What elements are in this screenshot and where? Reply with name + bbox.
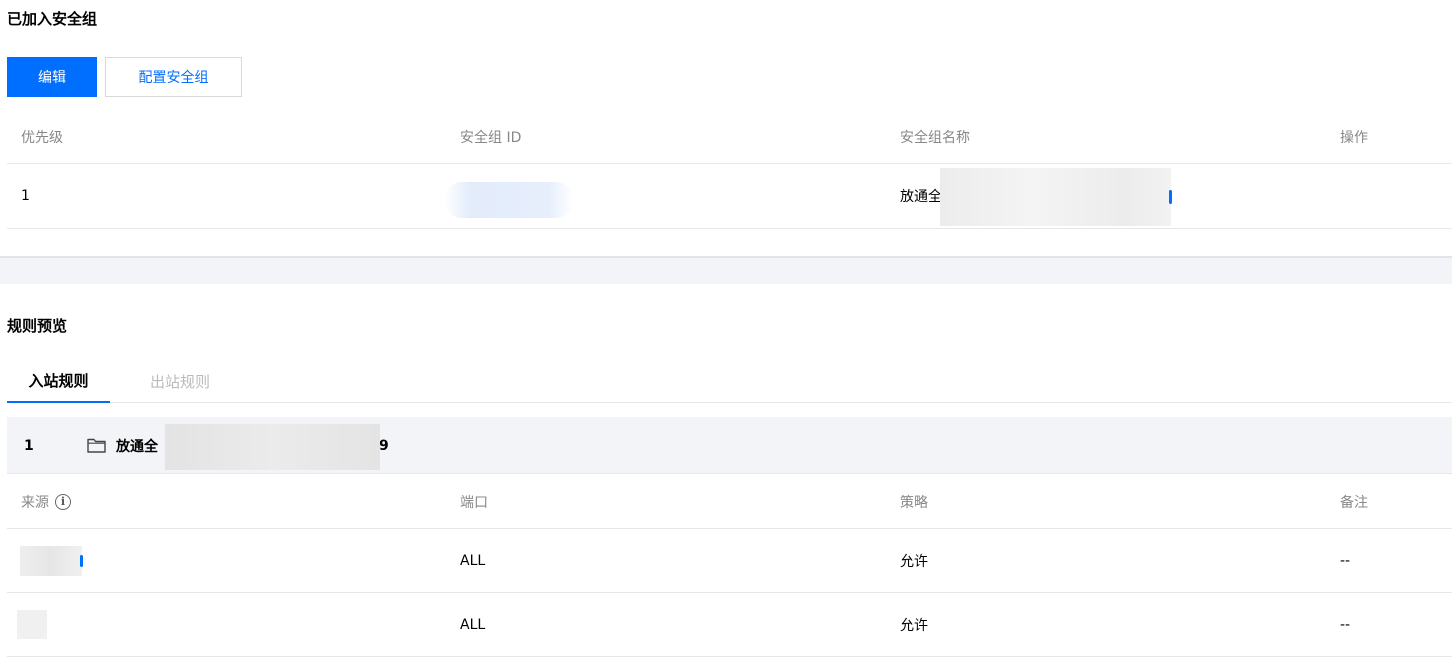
- security-group-name: 放通全: [900, 189, 942, 205]
- column-header-priority: 优先级: [21, 130, 63, 146]
- joined-security-groups-title: 已加入安全组: [7, 10, 98, 28]
- priority-value: 1: [21, 188, 30, 204]
- column-header-source: 来源 i: [21, 475, 71, 528]
- rule-preview-title: 规则预览: [7, 317, 68, 335]
- note-value: --: [1340, 616, 1351, 633]
- policy-value: 允许: [900, 553, 928, 570]
- redacted-group-name: [165, 424, 380, 470]
- redacted-source: [17, 610, 47, 639]
- security-group-id-link[interactable]: [444, 182, 574, 218]
- tab-outbound-rules[interactable]: 出站规则: [150, 360, 210, 403]
- port-value: ALL: [460, 552, 486, 569]
- group-name: 放通全: [116, 438, 158, 455]
- rule-tabs: 入站规则 出站规则: [7, 360, 1452, 403]
- section-divider: [0, 256, 1452, 284]
- table-row: ALL 允许 --: [7, 529, 1452, 593]
- tab-inbound-rules[interactable]: 入站规则: [7, 360, 110, 403]
- security-group-table-header: 优先级 安全组 ID 安全组名称 操作: [7, 111, 1452, 164]
- redacted-name: [940, 168, 1171, 226]
- column-header-port: 端口: [460, 494, 488, 511]
- column-header-actions: 操作: [1340, 130, 1368, 146]
- info-icon[interactable]: i: [55, 493, 71, 510]
- edit-button[interactable]: 编辑: [7, 57, 97, 97]
- configure-security-group-button[interactable]: 配置安全组: [105, 57, 242, 97]
- group-name-suffix: 9: [379, 437, 389, 454]
- redacted-source-edge: [80, 555, 83, 567]
- redacted-source: [20, 546, 82, 576]
- port-value: ALL: [460, 616, 486, 633]
- column-header-note: 备注: [1340, 494, 1368, 511]
- table-row: ALL 允许 --: [7, 593, 1452, 657]
- column-header-security-group-id: 安全组 ID: [460, 130, 522, 146]
- column-header-security-group-name: 安全组名称: [900, 130, 970, 146]
- column-header-policy: 策略: [900, 494, 928, 511]
- note-value: --: [1340, 552, 1351, 569]
- redacted-name-edge: [1169, 190, 1172, 204]
- folder-icon: [87, 438, 106, 453]
- group-index: 1: [24, 437, 34, 454]
- policy-value: 允许: [900, 617, 928, 634]
- table-row: 1 放通全: [7, 164, 1452, 229]
- column-header-source-label: 来源: [21, 494, 49, 511]
- rule-table-header: 来源 i 端口 策略 备注: [7, 475, 1452, 529]
